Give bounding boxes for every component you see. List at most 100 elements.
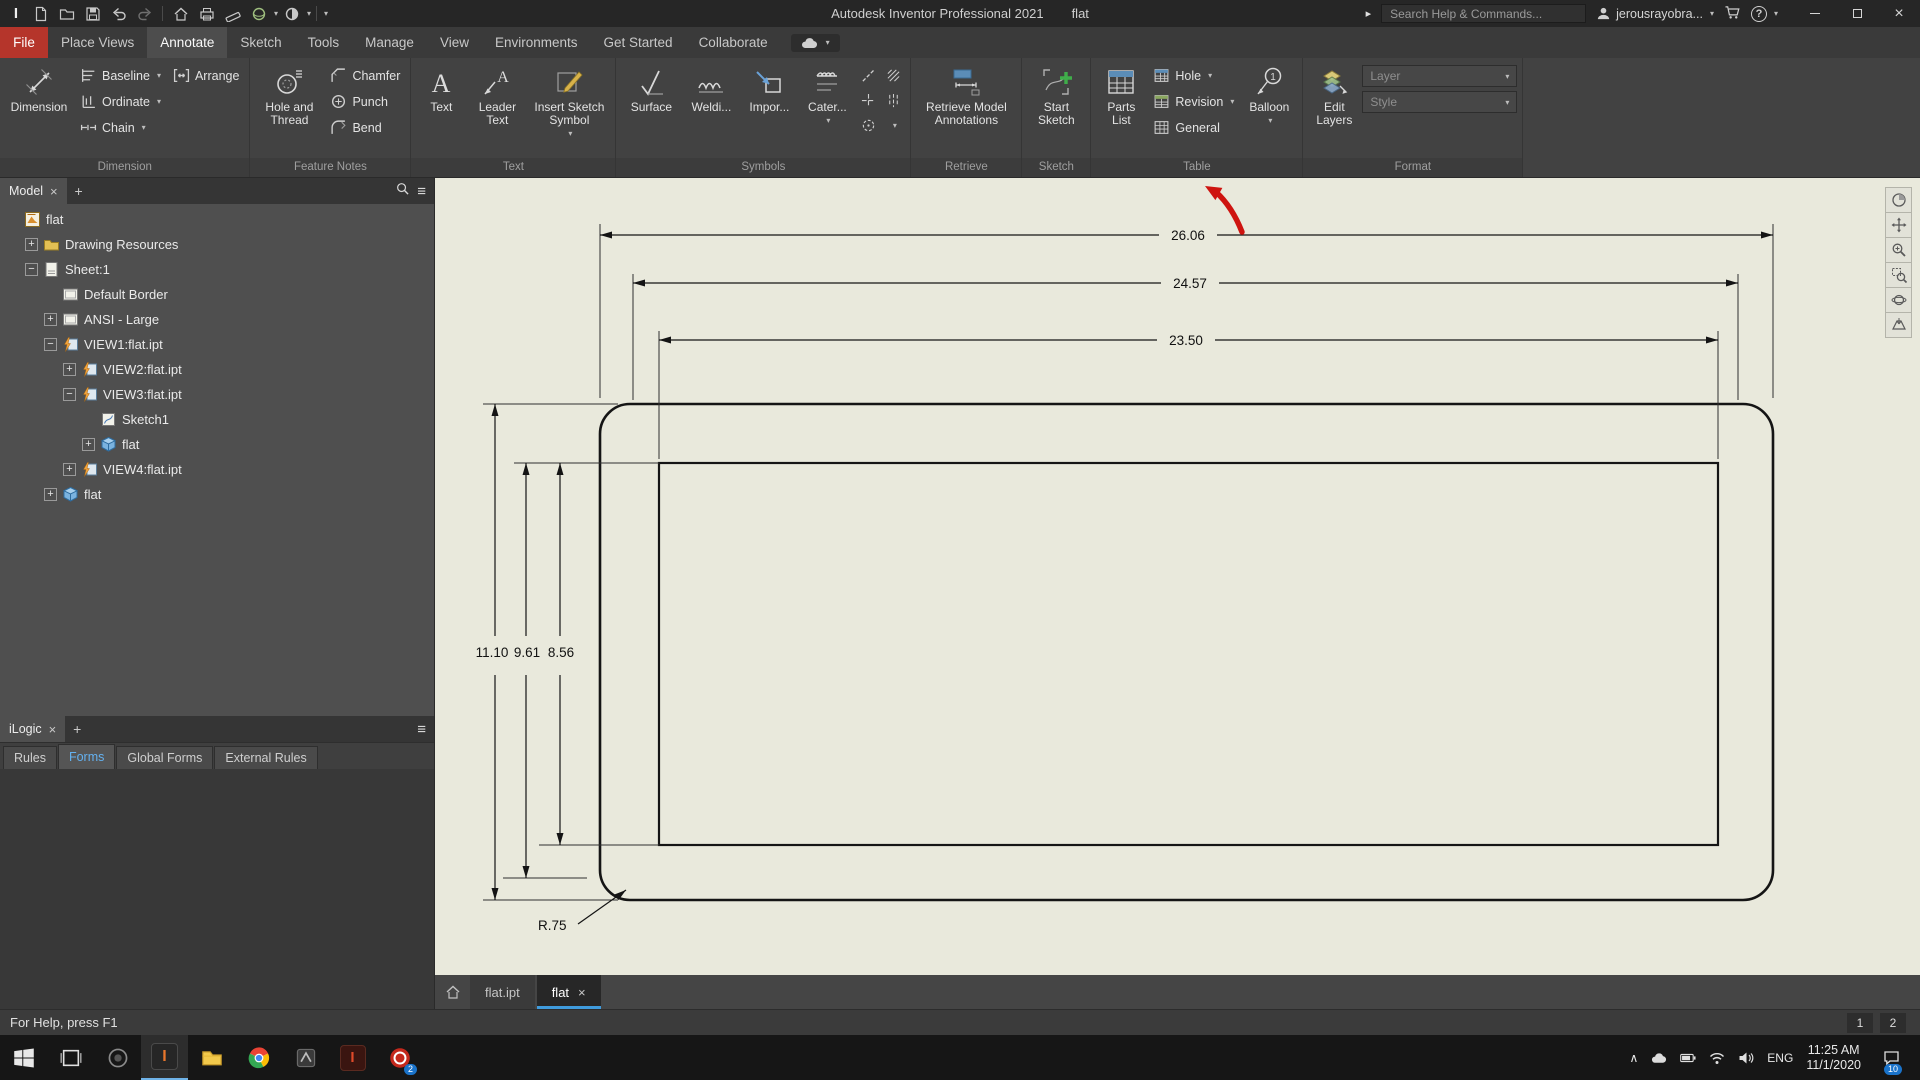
expand-toggle-icon[interactable]: + [25, 238, 38, 251]
dimension-width-2[interactable]: 24.57 [633, 276, 1738, 291]
sheet-page-2[interactable]: 2 [1880, 1012, 1906, 1033]
chamfer-button[interactable]: Chamfer [325, 63, 405, 88]
dimension-height-3[interactable]: 8.56 [548, 463, 574, 845]
layer-select[interactable]: Layer ▾ [1362, 65, 1518, 87]
centerline-bisector-button[interactable] [882, 89, 905, 112]
import-symbol-button[interactable]: Impor... [741, 61, 797, 158]
ilogic-tab-global-forms[interactable]: Global Forms [116, 746, 214, 769]
start-button[interactable] [0, 1035, 47, 1080]
tree-item-view1-flat-ipt[interactable]: − VIEW1:flat.ipt [0, 332, 434, 357]
style-select[interactable]: Style ▾ [1362, 91, 1518, 113]
undo-button[interactable] [106, 2, 131, 25]
cortana-button[interactable] [94, 1035, 141, 1080]
material-button[interactable] [246, 2, 271, 25]
expand-toggle-icon[interactable]: + [82, 438, 95, 451]
caterpillar-button[interactable]: Cater... ▾ [799, 61, 855, 158]
tree-item-ansi-large[interactable]: + ANSI - Large [0, 307, 434, 332]
menu-tab-get-started[interactable]: Get Started [591, 27, 686, 58]
start-sketch-button[interactable]: Start Sketch [1027, 61, 1085, 158]
appearance-button[interactable] [279, 2, 304, 25]
file-explorer-button[interactable] [188, 1035, 235, 1080]
symbols-more-button[interactable]: ▾ [882, 114, 905, 137]
welding-symbol-button[interactable]: Weldi... [683, 61, 739, 158]
volume-icon[interactable] [1738, 1050, 1754, 1066]
menu-tab-manage[interactable]: Manage [352, 27, 427, 58]
insert-sketch-symbol-button[interactable]: Insert Sketch Symbol ▾ [528, 61, 610, 158]
search-icon[interactable] [396, 182, 409, 200]
tree-item-view3-flat-ipt[interactable]: − VIEW3:flat.ipt [0, 382, 434, 407]
parts-list-button[interactable]: Parts List [1096, 61, 1146, 158]
centerline-button[interactable] [857, 64, 880, 87]
tree-item-sketch1[interactable]: Sketch1 [0, 407, 434, 432]
hatch-region-button[interactable] [882, 64, 905, 87]
menu-tab-sketch[interactable]: Sketch [227, 27, 294, 58]
chain-button[interactable]: Chain ▾ [75, 115, 166, 140]
group-label-feature-notes[interactable]: Feature Notes [250, 158, 411, 177]
collapse-toggle-icon[interactable]: − [44, 338, 57, 351]
chevron-right-icon[interactable]: ▸ [1366, 7, 1372, 20]
sheet-page-1[interactable]: 1 [1847, 1012, 1873, 1033]
group-label-table[interactable]: Table [1091, 158, 1303, 177]
customize-qat-icon[interactable]: ▾ [324, 9, 328, 18]
pan-icon[interactable] [1885, 212, 1912, 238]
hole-table-button[interactable]: Hole ▾ [1148, 63, 1239, 88]
dimension-width-1[interactable]: 26.06 [600, 228, 1773, 243]
menu-tab-place-views[interactable]: Place Views [48, 27, 147, 58]
menu-tab-view[interactable]: View [427, 27, 482, 58]
leader-text-button[interactable]: A Leader Text [468, 61, 526, 158]
task-view-button[interactable] [47, 1035, 94, 1080]
close-button[interactable]: × [1878, 0, 1920, 27]
dimension-height-2[interactable]: 9.61 [514, 463, 540, 878]
mail-button[interactable]: 2 [376, 1035, 423, 1080]
revision-table-button[interactable]: Revision ▾ [1148, 89, 1239, 114]
dimension-width-3[interactable]: 23.50 [659, 333, 1718, 348]
network-icon[interactable] [1709, 1050, 1725, 1066]
expand-toggle-icon[interactable]: + [44, 313, 57, 326]
help-search-input[interactable] [1381, 4, 1587, 23]
tree-item-sheet-1[interactable]: − Sheet:1 [0, 257, 434, 282]
expand-toggle-icon[interactable]: + [63, 463, 76, 476]
drawing-canvas[interactable]: 26.06 24.57 23.50 11.10 9.61 8.56 R.75 f… [435, 178, 1920, 1009]
tree-item-default-border[interactable]: Default Border [0, 282, 434, 307]
collapse-toggle-icon[interactable]: − [63, 388, 76, 401]
dimension-radius[interactable]: R.75 [538, 889, 627, 933]
ilogic-tab-forms[interactable]: Forms [57, 744, 116, 769]
tree-item-flat[interactable]: + flat [0, 482, 434, 507]
tree-item-view2-flat-ipt[interactable]: + VIEW2:flat.ipt [0, 357, 434, 382]
battery-icon[interactable] [1680, 1050, 1696, 1066]
group-label-format[interactable]: Format [1303, 158, 1523, 177]
surface-texture-button[interactable]: Surface [621, 61, 681, 158]
new-file-button[interactable] [28, 2, 53, 25]
part-outline[interactable] [598, 402, 1775, 902]
dimension-height-1[interactable]: 11.10 [476, 404, 509, 900]
drawing-sheet[interactable]: 26.06 24.57 23.50 11.10 9.61 8.56 R.75 [435, 178, 1920, 975]
center-mark-button[interactable] [857, 89, 880, 112]
ilogic-tab-rules[interactable]: Rules [3, 746, 57, 769]
action-center-button[interactable]: 10 [1874, 1035, 1908, 1080]
home-view-button[interactable] [438, 975, 468, 1009]
inventor-logo[interactable]: I [5, 5, 27, 22]
group-label-sketch[interactable]: Sketch [1022, 158, 1091, 177]
tree-item-flat[interactable]: flat [0, 207, 434, 232]
chevron-down-icon[interactable]: ▾ [274, 9, 278, 18]
menu-tab-collaborate[interactable]: Collaborate [686, 27, 781, 58]
edit-layers-button[interactable]: Edit Layers [1308, 61, 1360, 158]
tree-item-drawing-resources[interactable]: + Drawing Resources [0, 232, 434, 257]
group-label-retrieve[interactable]: Retrieve [911, 158, 1022, 177]
tree-item-flat[interactable]: + flat [0, 432, 434, 457]
document-tab-flat[interactable]: flat × [536, 975, 601, 1009]
store-cart-button[interactable] [1724, 5, 1741, 23]
menu-tab-environments[interactable]: Environments [482, 27, 591, 58]
group-label-dimension[interactable]: Dimension [0, 158, 250, 177]
general-table-button[interactable]: General [1148, 115, 1239, 140]
text-button[interactable]: A Text [416, 61, 466, 158]
zoom-icon[interactable] [1885, 237, 1912, 263]
look-at-icon[interactable] [1885, 312, 1912, 338]
add-panel-button[interactable]: + [65, 716, 89, 742]
tree-item-view4-flat-ipt[interactable]: + VIEW4:flat.ipt [0, 457, 434, 482]
bend-button[interactable]: Bend [325, 115, 405, 140]
inventor-taskbar-button[interactable]: I [141, 1035, 188, 1080]
expand-toggle-icon[interactable]: + [44, 488, 57, 501]
zoom-window-icon[interactable] [1885, 262, 1912, 288]
ilogic-tab-external-rules[interactable]: External Rules [214, 746, 318, 769]
